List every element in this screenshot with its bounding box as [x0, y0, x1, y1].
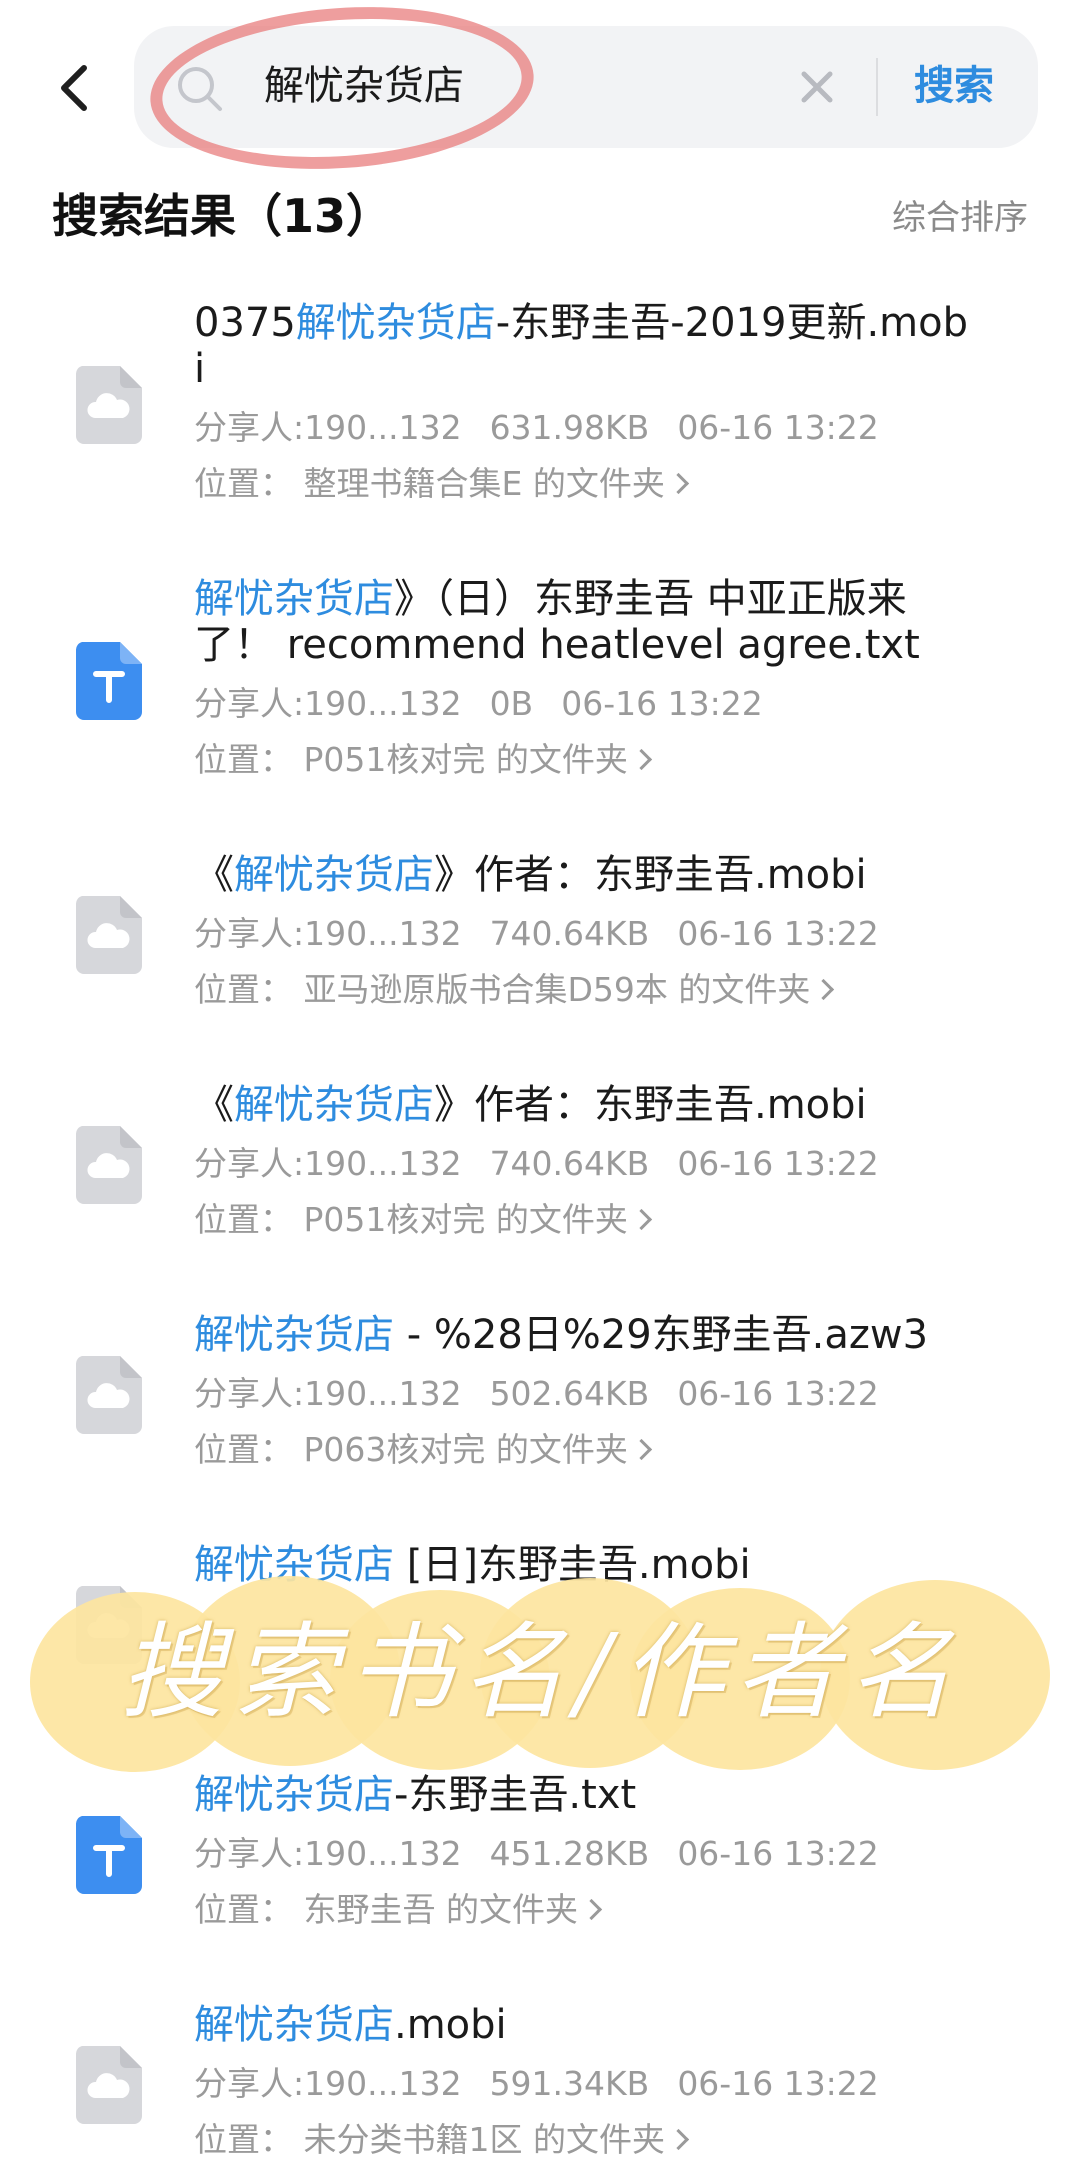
result-title[interactable]: 《解忧杂货店》作者：东野圭吾.mobi — [194, 1082, 974, 1128]
result-meta: 分享人:190...132 451.28KB 06-16 13:22 — [194, 1834, 879, 1873]
chevron-right-icon — [630, 1208, 652, 1231]
cloud-file-icon — [76, 1356, 142, 1434]
cloud-file-icon — [76, 2046, 142, 2124]
result-meta: 分享人:190...132 740.64KB 06-16 13:22 — [194, 1144, 879, 1183]
search-divider — [876, 58, 878, 116]
result-meta: 分享人:190...132 631.98KB 06-16 13:22 — [194, 408, 879, 447]
result-meta: 分享人:190...132 0B 06-16 13:22 — [194, 684, 763, 723]
result-meta: 分享人:190...132 740.64KB 06-16 13:22 — [194, 914, 879, 953]
result-location-link[interactable]: 位置： 未分类书籍1区 的文件夹 — [194, 2118, 974, 2162]
result-title[interactable]: 0375解忧杂货店-东野圭吾-2019更新.mobi — [194, 300, 974, 392]
sort-dropdown[interactable]: 综合排序 — [892, 192, 1028, 244]
results-count-title: 搜索结果（13） — [52, 189, 393, 243]
result-title[interactable]: 解忧杂货店.mobi — [194, 2002, 974, 2048]
chevron-right-icon — [630, 748, 652, 771]
result-location-link[interactable]: 位置： P051核对完 的文件夹 — [194, 738, 974, 782]
result-location-link[interactable]: 位置： 东野圭吾 的文件夹 — [194, 1888, 974, 1932]
chevron-right-icon — [667, 2128, 690, 2151]
search-button[interactable]: 搜索 — [914, 56, 994, 116]
sticker-overlay: 搜索书名/作者名 — [30, 1572, 1052, 1772]
chevron-right-icon — [580, 1898, 603, 1921]
result-meta: 分享人:190...132 502.64KB 06-16 13:22 — [194, 1374, 879, 1413]
chevron-right-icon — [630, 1438, 652, 1461]
result-location-link[interactable]: 位置： P051核对完 的文件夹 — [194, 1198, 974, 1242]
result-title[interactable]: 解忧杂货店》（日）东野圭吾 中亚正版来了！ recommend heatleve… — [194, 576, 974, 668]
result-location-link[interactable]: 位置： P063核对完 的文件夹 — [194, 1428, 974, 1472]
cloud-file-icon — [76, 366, 142, 444]
clear-icon[interactable] — [794, 64, 840, 110]
result-location-link[interactable]: 位置： 亚马逊原版书合集D59本 的文件夹 — [194, 968, 974, 1012]
back-arrow-icon[interactable] — [48, 58, 104, 118]
result-title[interactable]: 《解忧杂货店》作者：东野圭吾.mobi — [194, 852, 974, 898]
text-file-icon — [76, 642, 142, 720]
result-title[interactable]: 解忧杂货店 - %28日%29东野圭吾.azw3 — [194, 1312, 974, 1358]
chevron-right-icon — [813, 978, 835, 1001]
cloud-file-icon — [76, 896, 142, 974]
cloud-file-icon — [76, 1126, 142, 1204]
result-title[interactable]: 解忧杂货店-东野圭吾.txt — [194, 1772, 974, 1818]
sticker-text: 搜索书名/作者名 — [119, 1611, 963, 1733]
result-meta: 分享人:190...132 591.34KB 06-16 13:22 — [194, 2064, 879, 2103]
result-location-link[interactable]: 位置： 整理书籍合集E 的文件夹 — [194, 462, 974, 506]
text-file-icon — [76, 1816, 142, 1894]
search-header: 解忧杂货店 搜索 — [0, 0, 1080, 182]
chevron-right-icon — [667, 472, 689, 495]
